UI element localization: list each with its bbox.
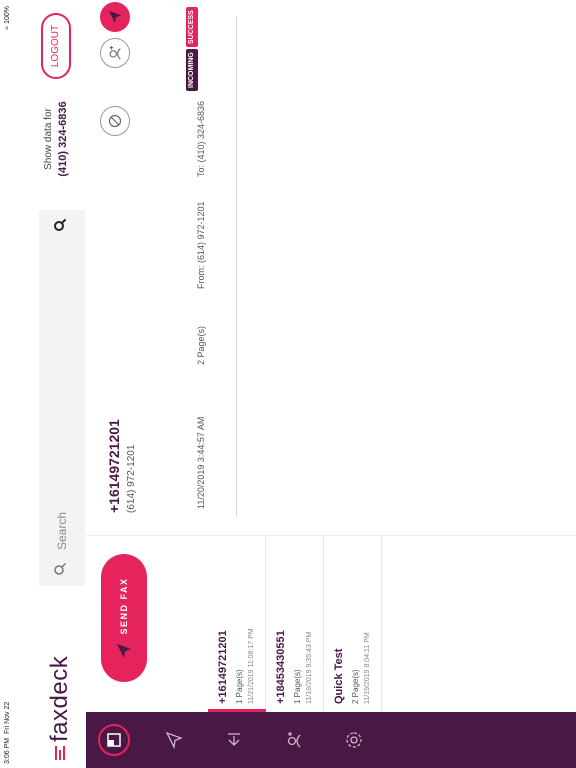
send-fax-button[interactable]: SEND FAX	[101, 554, 147, 682]
show-data-number: (410) 324-6836	[57, 101, 69, 177]
send-icon	[117, 643, 131, 658]
status-right: ≈ 100%	[4, 6, 11, 30]
record-from: From: (614) 972-1201	[196, 201, 206, 289]
fax-list-item[interactable]: Quick Test 2 Page(s) 11/19/2019 8:04:11 …	[324, 536, 382, 712]
fax-list-panel: SEND FAX +16149721201 1 Page(s) 11/21/20…	[86, 536, 576, 712]
sidebar-item-settings[interactable]	[338, 724, 370, 756]
success-badge: SUCCESS	[186, 7, 198, 47]
send-fax-label: SEND FAX	[119, 577, 129, 635]
fax-list-item[interactable]: +18453430551 1 Page(s) 11/19/2019 9:35:4…	[266, 536, 324, 712]
record-pages: 2 Page(s)	[196, 325, 206, 365]
logout-arrow-icon	[228, 733, 240, 746]
search-placeholder: Search	[55, 511, 69, 550]
search-icon	[54, 562, 67, 575]
sidebar-item-contacts[interactable]	[278, 724, 310, 756]
logo-text: faxdeck	[46, 655, 73, 742]
incoming-badge: INCOMING	[186, 49, 198, 91]
block-icon	[108, 114, 122, 128]
app-frame: 3:06 PM Fri Nov 22 ≈ 100% faxdeck Search	[0, 0, 576, 768]
forward-fax-button[interactable]	[100, 2, 130, 32]
fax-date: 11/21/2019 11:08:17 PM	[248, 628, 255, 704]
record-date: 11/20/2019 3:44:57 AM	[196, 416, 206, 509]
fax-record-row[interactable]: 11/20/2019 3:44:57 AM 2 Page(s) From: (6…	[168, 7, 237, 517]
fax-pages: 1 Page(s)	[235, 669, 244, 704]
send-icon	[165, 731, 183, 749]
panel-divider	[86, 535, 576, 536]
send-icon	[108, 10, 122, 24]
status-time: 3:06 PM Fri Nov 22	[4, 702, 11, 764]
sidebar-item-send[interactable]	[158, 724, 190, 756]
show-data-for[interactable]: Show data for (410) 324-6836	[43, 94, 69, 184]
fax-pages: 2 Page(s)	[351, 669, 360, 704]
fax-pages: 1 Page(s)	[293, 669, 302, 704]
fax-number: +16149721201	[217, 630, 229, 704]
fax-number: Quick Test	[333, 648, 345, 704]
search-submit-icon[interactable]	[53, 218, 67, 232]
add-contact-button[interactable]	[100, 38, 130, 68]
gear-icon	[346, 732, 362, 748]
sidebar-item-logout[interactable]	[218, 724, 250, 756]
add-contact-icon	[109, 45, 121, 60]
fax-list-item[interactable]: +16149721201 1 Page(s) 11/21/2019 11:08:…	[208, 536, 266, 712]
detail-number-formatted: (614) 972-1201	[126, 444, 137, 513]
selected-indicator	[208, 709, 266, 712]
detail-number: +16149721201	[106, 419, 122, 513]
search-bar[interactable]: Search	[39, 210, 85, 586]
logo-lines-icon	[54, 746, 66, 760]
sidebar	[86, 712, 576, 768]
faxdeck-logo[interactable]: faxdeck	[46, 656, 74, 760]
contacts-icon	[287, 732, 301, 748]
inbox-icon	[107, 733, 121, 747]
fax-date: 11/19/2019 9:35:43 PM	[306, 631, 313, 704]
battery-text: 100%	[4, 6, 11, 24]
fax-detail-panel: +16149721201 (614) 972-1201 11/20/2019 3…	[86, 0, 576, 535]
status-date-text: Fri Nov 22	[4, 701, 11, 735]
wifi-icon: ≈	[4, 25, 11, 30]
status-time-text: 3:06 PM	[4, 737, 11, 764]
show-data-label: Show data for	[43, 108, 54, 170]
logout-button[interactable]: LOGOUT	[41, 13, 71, 79]
status-bar: 3:06 PM Fri Nov 22 ≈ 100%	[0, 0, 16, 768]
block-button[interactable]	[100, 106, 130, 136]
sidebar-item-inbox[interactable]	[98, 724, 130, 756]
fax-date: 11/19/2019 8:04:11 PM	[364, 632, 371, 704]
record-to: To: (410) 324-6836	[196, 100, 206, 177]
header: faxdeck Search Show data for (410) 324-6…	[16, 0, 86, 768]
fax-number: +18453430551	[275, 630, 287, 704]
